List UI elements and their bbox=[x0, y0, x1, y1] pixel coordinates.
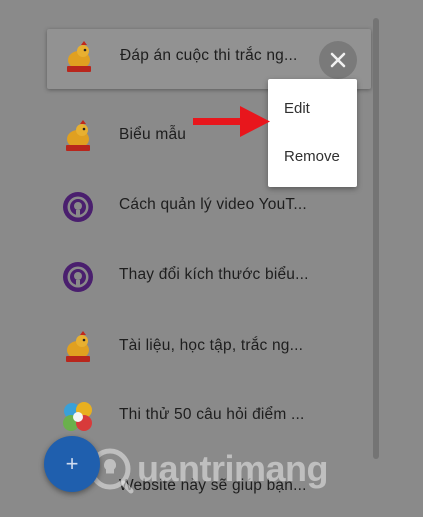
list-item-label: Biểu mẫu bbox=[119, 126, 187, 143]
list-item-label: Tài liệu, học tập, trắc ng... bbox=[119, 337, 304, 354]
chicken-logo-icon bbox=[66, 120, 90, 151]
scrollbar[interactable] bbox=[373, 18, 379, 459]
list-item-label: Cách quản lý video YouT... bbox=[119, 196, 307, 213]
chicken-logo-icon bbox=[66, 331, 90, 362]
list-item[interactable]: Thi thử 50 câu hỏi điểm ... bbox=[46, 388, 376, 446]
purple-circle-logo-icon bbox=[63, 192, 93, 222]
purple-circle-logo-icon bbox=[63, 262, 93, 292]
list-item[interactable]: Tài liệu, học tập, trắc ng... bbox=[46, 319, 376, 377]
remove-label: Remove bbox=[284, 148, 340, 165]
edit-label: Edit bbox=[284, 100, 310, 117]
list-item-label: Đáp án cuộc thi trắc ng... bbox=[120, 47, 298, 64]
list-item-label: Thay đổi kích thước biểu... bbox=[119, 266, 309, 283]
plus-icon: + bbox=[65, 451, 79, 476]
close-icon bbox=[330, 52, 346, 68]
watermark-text: uantrimang bbox=[137, 448, 329, 489]
close-button[interactable] bbox=[319, 41, 357, 79]
list-item[interactable]: Thay đổi kích thước biểu... bbox=[46, 248, 376, 306]
list-item-label: Thi thử 50 câu hỏi điểm ... bbox=[119, 406, 305, 423]
add-button[interactable]: + bbox=[44, 436, 100, 492]
chicken-logo-icon bbox=[67, 41, 91, 72]
colorful-bubbles-icon bbox=[63, 402, 92, 431]
edit-menu-item[interactable]: Edit bbox=[268, 87, 357, 131]
context-menu: Edit Remove bbox=[268, 79, 357, 187]
remove-menu-item[interactable]: Remove bbox=[268, 135, 357, 179]
watermark: uantrimang bbox=[85, 445, 329, 495]
red-arrow-annotation bbox=[193, 106, 270, 137]
